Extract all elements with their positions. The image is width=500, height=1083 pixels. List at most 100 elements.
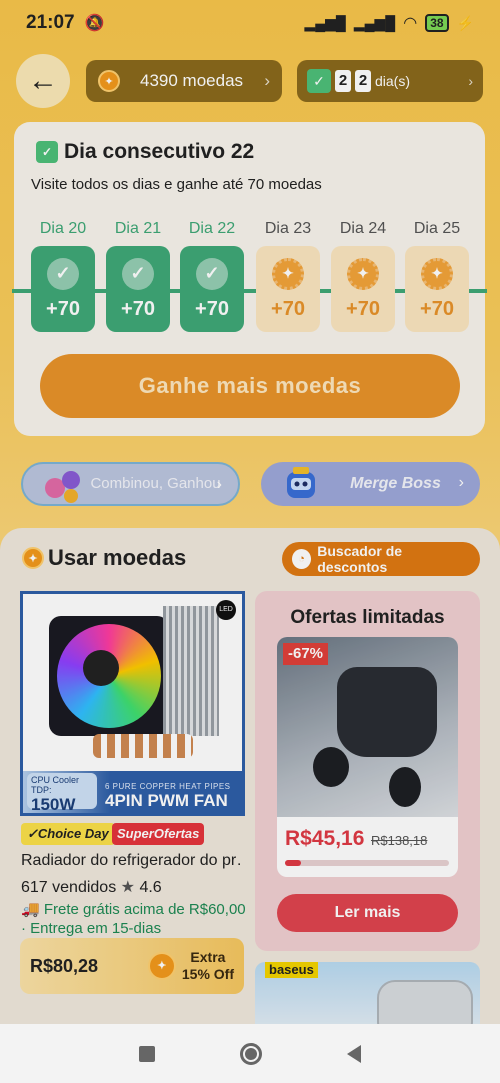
day-item: Dia 22 ✓ +70 (180, 220, 244, 332)
spec-cpu-cooler-label: CPU Cooler (31, 775, 80, 785)
coin-icon: ✦ (98, 70, 120, 92)
use-coins-title: ✦ Usar moedas (22, 545, 186, 571)
offer-progress-bar (285, 860, 449, 866)
day-item: Dia 24 ✦ +70 (331, 220, 395, 332)
spec-cpu-cooler: CPU Cooler TDP: 150W (27, 773, 97, 813)
offer-progress-fill (285, 860, 302, 866)
sold-count: 617 vendidos (21, 879, 117, 896)
day-reward-box: ✦ +70 (256, 246, 320, 332)
spec-pipes: 6 PURE COPPER HEAT PIPES (105, 782, 231, 791)
day-label: Dia 23 (264, 220, 312, 237)
brand-logo: baseus (265, 962, 318, 978)
spec-fan-label: 4PIN PWM FAN (105, 791, 228, 810)
day-reward: +70 (195, 297, 229, 320)
super-offers-tag: SuperOfertas (112, 823, 205, 845)
day-label: Dia 24 (339, 220, 387, 237)
game-pieces-icon (45, 471, 80, 503)
earbuds-image: -67% (277, 637, 458, 817)
next-product-card[interactable]: baseus (255, 962, 480, 1032)
day-reward-box: ✓ +70 (31, 246, 95, 332)
spec-tdp-label: TDP: (31, 785, 52, 795)
days-digit: 2 (355, 70, 371, 92)
discount-finder-button[interactable]: ◔ Buscador de descontos (282, 542, 480, 576)
robot-icon (287, 467, 315, 498)
coin-icon: ✦ (421, 257, 453, 290)
mute-icon: 🔕 (84, 15, 105, 32)
choice-day-label: Choice Day (37, 826, 109, 841)
shipping-info: 🚚 Frete grátis acima de R$60,00 · Entreg… (21, 900, 251, 938)
extra-line-1: Extra (190, 949, 226, 965)
day-label: Dia 22 (188, 220, 236, 237)
system-nav-bar (0, 1024, 500, 1083)
product-title[interactable]: Radiador do refrigerador do pr… (21, 852, 241, 870)
product-image[interactable]: LED CPU Cooler TDP: 150W 6 PURE COPPER H… (20, 591, 245, 816)
charging-icon: ⚡ (456, 14, 474, 31)
product-price-box[interactable]: R$80,28 ✦ Extra 15% Off (20, 938, 244, 994)
day-reward: +70 (271, 297, 305, 320)
checkin-subtitle: Visite todos os dias e ganhe até 70 moed… (31, 176, 322, 193)
coins-value: 4390 moedas (140, 71, 244, 90)
chevron-right-icon: › (264, 71, 270, 90)
home-icon[interactable] (239, 1042, 262, 1065)
day-label: Dia 20 (39, 220, 87, 237)
checkin-title-text: Dia consecutivo 22 (64, 140, 255, 163)
discount-badge: -67% (283, 643, 329, 665)
match-win-label: Combinou, Ganhou (90, 475, 221, 492)
choice-day-tag: ✓Choice Day (21, 823, 115, 845)
signal-icon-2: ▂▄▆█ (353, 14, 396, 31)
battery-icon: 38 (425, 14, 449, 32)
day-label: Dia 21 (114, 220, 162, 237)
chevron-right-icon: › (216, 476, 222, 493)
coins-balance-button[interactable]: ✦ 4390 moedas › (86, 60, 282, 102)
discount-finder-label: Buscador de descontos (317, 543, 403, 575)
check-icon: ✓ (196, 257, 228, 290)
checkin-title: ✓ Dia consecutivo 22 (36, 140, 254, 164)
days-streak-button[interactable]: ✓ 2 2 dia(s) › (297, 60, 483, 102)
extra-line-2: 15% Off (181, 966, 234, 982)
day-label: Dia 25 (413, 220, 461, 237)
coin-icon: ✦ (272, 257, 304, 290)
signal-icon: ▂▄▆█ (304, 14, 346, 31)
coin-icon: ✦ (147, 952, 176, 980)
day-item: Dia 21 ✓ +70 (106, 220, 170, 332)
match-win-banner[interactable]: Combinou, Ganhou › (21, 462, 240, 506)
limited-offers-title: Ofertas limitadas (290, 607, 445, 628)
rating-value: 4.6 (139, 879, 162, 896)
day-item: Dia 23 ✦ +70 (256, 220, 320, 332)
read-more-button[interactable]: Ler mais (277, 894, 458, 932)
offer-item[interactable]: -67% R$45,16 R$138,18 (277, 637, 458, 877)
spec-bar: CPU Cooler TDP: 150W 6 PURE COPPER HEAT … (23, 771, 242, 813)
day-reward-box: ✓ +70 (180, 246, 244, 332)
pie-chart-icon: ◔ (292, 549, 312, 569)
earn-more-coins-button[interactable]: Ganhe mais moedas (40, 354, 460, 418)
day-item: Dia 25 ✦ +70 (405, 220, 469, 332)
days-digit: 2 (335, 70, 351, 92)
day-reward-box: ✓ +70 (106, 246, 170, 332)
use-coins-title-text: Usar moedas (48, 545, 187, 570)
back-nav-icon[interactable] (347, 1044, 362, 1063)
check-icon: ✓ (47, 257, 79, 290)
heat-pipes-graphic (93, 734, 193, 758)
heatsink-fins-graphic (163, 606, 219, 736)
arrow-left-icon: ← (28, 64, 58, 97)
calendar-check-icon: ✓ (36, 141, 58, 163)
day-reward: +70 (46, 297, 80, 320)
fan-graphic (49, 616, 169, 736)
days-suffix: dia(s) (375, 73, 411, 89)
day-reward-box: ✦ +70 (331, 246, 395, 332)
back-button[interactable]: ← (16, 54, 70, 108)
status-time: 21:07 (26, 12, 75, 33)
check-icon: ✓ (122, 257, 154, 290)
offer-price: R$45,16 (285, 827, 365, 850)
product-sold: 617 vendidos ★ 4.6 (21, 877, 162, 897)
checkin-card: ✓ Dia consecutivo 22 Visite todos os dia… (12, 122, 487, 436)
spec-watt: 150W (31, 795, 76, 814)
day-reward: +70 (346, 297, 380, 320)
star-icon: ★ (120, 879, 135, 896)
shipping-text: Frete grátis acima de R$60,00 · Entrega … (21, 901, 246, 937)
calendar-check-icon: ✓ (307, 69, 331, 93)
merge-boss-banner[interactable]: Merge Boss › (261, 462, 480, 506)
recents-icon[interactable] (138, 1045, 155, 1062)
product-price: R$80,28 (30, 955, 99, 976)
chevron-right-icon: › (468, 73, 473, 89)
